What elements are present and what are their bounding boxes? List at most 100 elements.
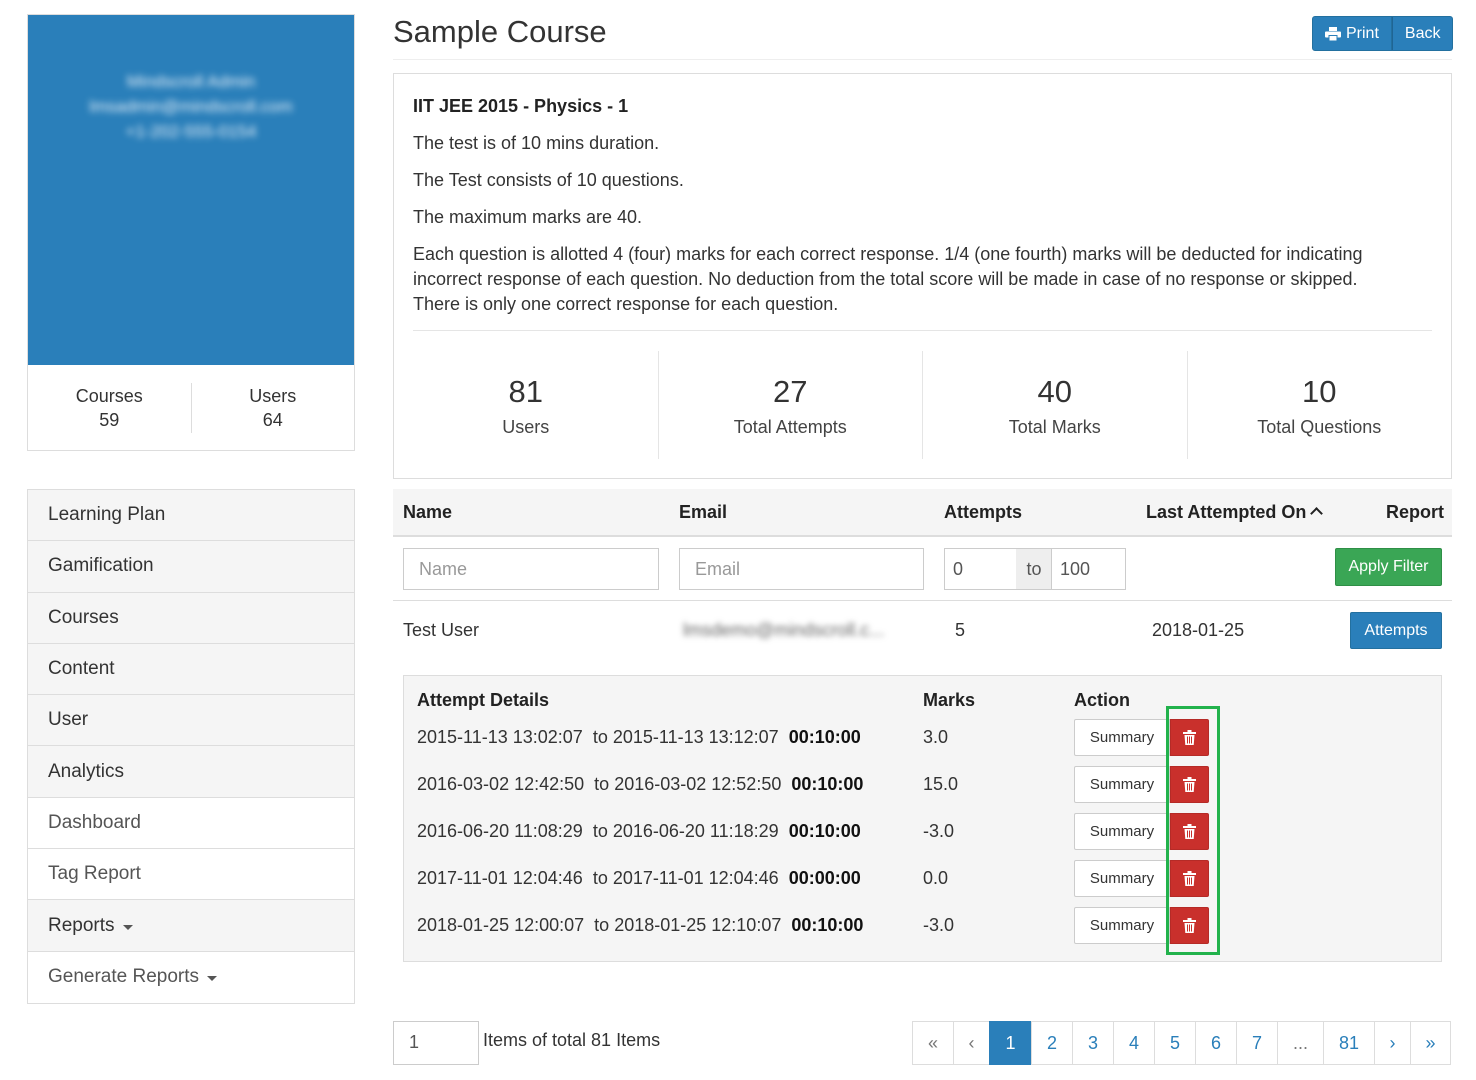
page-button-81[interactable]: 81 (1323, 1021, 1375, 1065)
test-stats-row: 81 Users 27 Total Attempts 40 Total Mark… (394, 351, 1451, 459)
attempt-to-word: to (592, 727, 608, 747)
delete-attempt-button[interactable] (1170, 766, 1209, 803)
row-email: lmsdemo@mindscroll.c... (683, 620, 885, 640)
email-filter-input[interactable]: Email (679, 548, 924, 590)
table-header: Name Email Attempts Last Attempted On Re… (393, 489, 1452, 537)
attempt-marks: 3.0 (923, 727, 949, 747)
profile-name: Mindscroll Admin (126, 72, 256, 91)
attempt-marks: -3.0 (923, 915, 955, 935)
summary-button[interactable]: Summary (1074, 860, 1170, 897)
profile-header: Mindscroll Admin lmsadmin@mindscroll.com… (28, 15, 354, 365)
apply-filter-button[interactable]: Apply Filter (1335, 548, 1442, 586)
delete-attempt-button[interactable] (1170, 719, 1209, 756)
attempt-end: 2017-11-01 12:04:46 (612, 868, 779, 888)
profile-phone: +1-202-555-0154 (125, 122, 257, 141)
trash-icon (1183, 918, 1196, 933)
page-last-button[interactable]: » (1410, 1021, 1451, 1065)
sidebar-item-user[interactable]: User (28, 695, 354, 747)
page-button-4[interactable]: 4 (1113, 1021, 1155, 1065)
attempt-start: 2018-01-25 12:00:07 (417, 915, 585, 935)
attempts-to-input[interactable]: 100 (1051, 548, 1126, 590)
sidebar-item-generate-reports[interactable]: Generate Reports (28, 951, 354, 1003)
attempt-end: 2016-06-20 11:18:29 (612, 821, 779, 841)
marks-header: Marks (923, 690, 976, 710)
page-next-button[interactable]: › (1374, 1021, 1411, 1065)
attempt-duration: 00:00:00 (788, 868, 861, 888)
stat-total-questions: 10 Total Questions (1188, 351, 1452, 459)
test-max-marks-text: The maximum marks are 40. (413, 207, 643, 227)
attempt-row: 2016-03-02 12:42:50 to 2016-03-02 12:52:… (404, 765, 1441, 805)
column-header-report: Report (1386, 502, 1444, 522)
page-size-input[interactable]: 1 (393, 1021, 479, 1065)
print-button-label: Print (1346, 24, 1379, 42)
page-prev-button[interactable]: ‹ (953, 1021, 990, 1065)
sidebar-item-learning-plan[interactable]: Learning Plan (28, 490, 354, 542)
attempt-duration: 00:10:00 (788, 727, 861, 747)
sidebar-item-gamification[interactable]: Gamification (28, 541, 354, 593)
profile-email: lmsadmin@mindscroll.com (89, 97, 293, 116)
column-header-last-attempted[interactable]: Last Attempted On (1146, 502, 1324, 523)
name-filter-input[interactable]: Name (403, 548, 659, 590)
sidebar-item-tag-report[interactable]: Tag Report (28, 849, 354, 901)
column-header-email[interactable]: Email (679, 502, 727, 523)
delete-attempt-button[interactable] (1170, 813, 1209, 850)
test-info-panel: IIT JEE 2015 - Physics - 1 The test is o… (393, 73, 1452, 479)
trash-icon (1183, 824, 1196, 839)
table-row: Test User lmsdemo@mindscroll.c... 5 2018… (393, 601, 1452, 661)
attempt-to-word: to (592, 868, 608, 888)
attempt-end: 2018-01-25 12:10:07 (614, 915, 782, 935)
attempts-button[interactable]: Attempts (1350, 612, 1442, 649)
column-header-last-attempted-label: Last Attempted On (1146, 502, 1307, 522)
column-header-attempts[interactable]: Attempts (944, 502, 1022, 523)
page-button-7[interactable]: 7 (1236, 1021, 1278, 1065)
attempt-time-range: 2016-06-20 11:08:29 to 2016-06-20 11:18:… (417, 821, 861, 842)
users-stat[interactable]: Users 64 (192, 384, 355, 432)
delete-attempt-button[interactable] (1170, 907, 1209, 944)
courses-stat[interactable]: Courses 59 (28, 384, 191, 432)
stat-total-marks: 40 Total Marks (923, 351, 1188, 459)
attempts-from-input[interactable]: 0 (944, 548, 1017, 590)
page-button-3[interactable]: 3 (1072, 1021, 1114, 1065)
sidebar-item-courses[interactable]: Courses (28, 592, 354, 644)
range-to-label: to (1016, 548, 1052, 590)
summary-button[interactable]: Summary (1074, 766, 1170, 803)
attempt-duration: 00:10:00 (791, 774, 864, 794)
attempt-marks: 15.0 (923, 774, 959, 794)
page-button-2[interactable]: 2 (1031, 1021, 1073, 1065)
back-button[interactable]: Back (1391, 16, 1454, 51)
page-ellipsis: ... (1277, 1021, 1324, 1065)
stat-total-attempts-label: Total Attempts (733, 417, 847, 437)
attempt-duration: 00:10:00 (791, 915, 864, 935)
page-button-6[interactable]: 6 (1195, 1021, 1237, 1065)
stat-total-marks-label: Total Marks (1008, 417, 1101, 437)
courses-stat-label: Courses (75, 386, 143, 406)
attempt-marks: 0.0 (923, 868, 949, 888)
attempt-details-header: Attempt Details (417, 690, 550, 710)
page-button-1[interactable]: 1 (989, 1021, 1032, 1065)
summary-button[interactable]: Summary (1074, 719, 1170, 756)
attempt-row: 2016-06-20 11:08:29 to 2016-06-20 11:18:… (404, 812, 1441, 852)
delete-attempt-button[interactable] (1170, 860, 1209, 897)
summary-button[interactable]: Summary (1074, 813, 1170, 850)
print-button[interactable]: Print (1312, 16, 1392, 51)
page-button-5[interactable]: 5 (1154, 1021, 1196, 1065)
caret-down-icon (207, 976, 218, 982)
print-icon (1325, 26, 1341, 41)
stat-total-attempts-value: 27 (773, 374, 808, 409)
sidebar-item-content[interactable]: Content (28, 643, 354, 696)
profile-card: Mindscroll Admin lmsadmin@mindscroll.com… (27, 14, 355, 451)
courses-stat-value: 59 (99, 410, 120, 430)
pagination: « ‹ 1 2 3 4 5 6 7 ... 81 › » (912, 1021, 1451, 1065)
action-header: Action (1074, 690, 1130, 710)
summary-button[interactable]: Summary (1074, 907, 1170, 944)
row-attempts: 5 (955, 620, 966, 640)
attempt-row: 2015-11-13 13:02:07 to 2015-11-13 13:12:… (404, 718, 1441, 758)
page-first-button[interactable]: « (912, 1021, 954, 1065)
sidebar-item-reports[interactable]: Reports (28, 900, 354, 952)
profile-stats: Courses 59 Users 64 (28, 365, 354, 451)
column-header-name[interactable]: Name (403, 502, 452, 523)
attempt-start: 2017-11-01 12:04:46 (417, 868, 583, 888)
sidebar-item-analytics[interactable]: Analytics (28, 746, 354, 798)
sidebar-item-dashboard[interactable]: Dashboard (28, 797, 354, 850)
users-stat-label: Users (249, 386, 297, 406)
